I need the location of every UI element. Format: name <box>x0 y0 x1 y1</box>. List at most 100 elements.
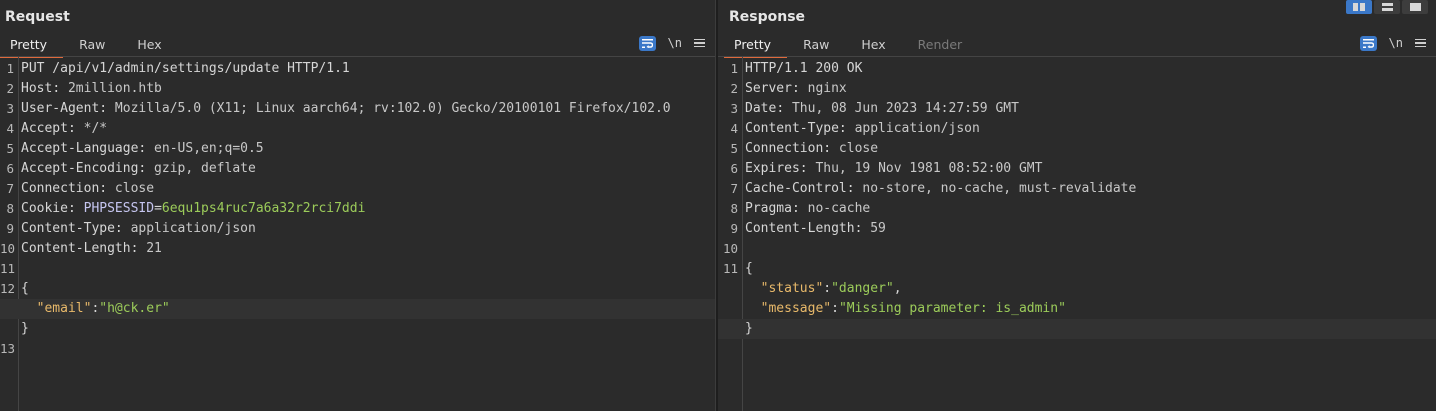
line-number: 9 <box>6 221 14 236</box>
line-number: 3 <box>730 101 738 116</box>
line-number: 4 <box>6 121 14 136</box>
response-panel: Response Pretty Raw Hex Render \n 1 HTTP/… <box>718 0 1436 411</box>
response-tabs: Pretty Raw Hex Render <box>724 34 979 58</box>
code-line: 10 Content-Length: 21 <box>0 239 715 259</box>
header-name: Host <box>21 81 53 96</box>
line-number: 7 <box>6 181 14 196</box>
line-content: Connection: close <box>745 141 879 156</box>
line-content: { <box>21 279 29 299</box>
line-number: 12 <box>0 281 16 296</box>
code-line: } <box>718 319 1436 339</box>
tab-pretty[interactable]: Pretty <box>724 34 788 58</box>
line-number: 8 <box>6 201 14 216</box>
menu-icon[interactable] <box>1415 38 1426 48</box>
header-value: no-store, no-cache, must-revalidate <box>854 181 1137 196</box>
line-content: Accept-Encoding: gzip, deflate <box>21 161 256 176</box>
word-wrap-button[interactable] <box>1359 35 1377 51</box>
line-content: "email":"h@ck.er" <box>36 301 170 316</box>
line-content: Server: nginx <box>745 81 847 96</box>
show-newlines-button[interactable]: \n <box>668 36 682 50</box>
header-name: Date <box>745 101 777 116</box>
tab-raw[interactable]: Raw <box>63 34 121 56</box>
code-line: 2 Host: 2million.htb <box>0 79 715 99</box>
line-content: "status":"danger", <box>760 281 902 296</box>
header-name: Server <box>745 81 792 96</box>
tab-hex[interactable]: Hex <box>845 34 901 56</box>
tab-pretty[interactable]: Pretty <box>0 34 64 58</box>
tab-render[interactable]: Render <box>902 34 979 56</box>
header-value: close <box>831 141 879 156</box>
stacked-layout-button[interactable] <box>1374 0 1400 14</box>
line-number: 13 <box>0 341 16 356</box>
line-number: 7 <box>730 181 738 196</box>
header-name: User-Agent <box>21 101 100 116</box>
code-line: 8 Cookie: PHPSESSID=6equ1ps4ruc7a6a32r2rc… <box>0 199 715 219</box>
header-name: Connection <box>745 141 824 156</box>
header-name: Accept <box>21 121 68 136</box>
columns-icon <box>1353 3 1358 11</box>
header-value: application/json <box>846 121 980 136</box>
line-content: Cookie: PHPSESSID=6equ1ps4ruc7a6a32r2rci… <box>21 201 366 216</box>
line-number: 6 <box>6 161 14 176</box>
single-pane-icon <box>1409 3 1421 11</box>
json-key: "message" <box>760 301 832 316</box>
side-by-side-layout-button[interactable] <box>1346 0 1372 14</box>
code-line: "message":"Missing parameter: is_admin" <box>718 299 1436 319</box>
code-line: 5 Accept-Language: en-US,en;q=0.5 <box>0 139 715 159</box>
line-content: { <box>745 259 753 279</box>
response-editor[interactable]: 1 HTTP/1.1 200 OK 2 Server: nginx 3 Date: Thu… <box>718 57 1436 411</box>
rows-icon <box>1381 3 1393 11</box>
header-value: no-cache <box>799 201 871 216</box>
header-value: 59 <box>862 221 886 236</box>
header-value: 21 <box>138 241 162 256</box>
word-wrap-button[interactable] <box>638 35 656 51</box>
line-number: 1 <box>730 61 738 76</box>
line-number: 8 <box>730 201 738 216</box>
rows-icon-part <box>1381 3 1393 6</box>
code-line: 6 Accept-Encoding: gzip, deflate <box>0 159 715 179</box>
request-editor[interactable]: 1 PUT /api/v1/admin/settings/update HTTP/… <box>0 57 715 411</box>
header-name: Content-Length <box>745 221 855 236</box>
code-line: 13 <box>0 339 715 359</box>
header-value: close <box>107 181 155 196</box>
line-content: Cache-Control: no-store, no-cache, must-… <box>745 181 1137 196</box>
code-line: 3 User-Agent: Mozilla/5.0 (X11; Linux aar… <box>0 99 715 119</box>
line-number: 10 <box>722 241 738 256</box>
single-pane-layout-button[interactable] <box>1402 0 1428 14</box>
header-name: Cache-Control <box>745 181 847 196</box>
show-newlines-button[interactable]: \n <box>1389 36 1403 50</box>
code-line: } <box>0 319 715 339</box>
code-line: 6 Expires: Thu, 19 Nov 1981 08:52:00 GMT <box>718 159 1436 179</box>
line-number: 11 <box>0 261 16 276</box>
header-value: en-US,en;q=0.5 <box>146 141 264 156</box>
code-line: 8 Pragma: no-cache <box>718 199 1436 219</box>
line-text: { <box>745 261 753 276</box>
line-content: Content-Type: application/json <box>745 121 980 136</box>
menu-icon[interactable] <box>694 38 705 48</box>
code-line: 4 Accept: */* <box>0 119 715 139</box>
tab-hex[interactable]: Hex <box>121 34 177 56</box>
code-line: "email":"h@ck.er" <box>0 299 715 319</box>
line-text: { <box>21 281 29 296</box>
code-line: 4 Content-Type: application/json <box>718 119 1436 139</box>
json-value: "danger" <box>831 281 894 296</box>
header-name: Connection <box>21 181 100 196</box>
header-value: Mozilla/5.0 (X11; Linux aarch64; rv:102.… <box>107 101 671 116</box>
header-name: Cookie <box>21 201 68 216</box>
word-wrap-icon <box>641 38 653 48</box>
line-content: "message":"Missing parameter: is_admin" <box>760 301 1066 316</box>
line-number: 2 <box>730 81 738 96</box>
line-text: } <box>21 321 29 336</box>
header-name: Expires <box>745 161 800 176</box>
header-name: Accept-Language <box>21 141 139 156</box>
columns-icon-part <box>1360 3 1365 11</box>
code-line: 9 Content-Type: application/json <box>0 219 715 239</box>
code-line: 1 PUT /api/v1/admin/settings/update HTTP/… <box>0 59 715 79</box>
code-line: "status":"danger", <box>718 279 1436 299</box>
response-title: Response <box>729 9 806 25</box>
json-value: "h@ck.er" <box>99 301 170 316</box>
header-name: Content-Type <box>21 221 115 236</box>
code-line: 7 Connection: close <box>0 179 715 199</box>
tab-raw[interactable]: Raw <box>787 34 845 56</box>
line-number: 10 <box>0 241 16 256</box>
